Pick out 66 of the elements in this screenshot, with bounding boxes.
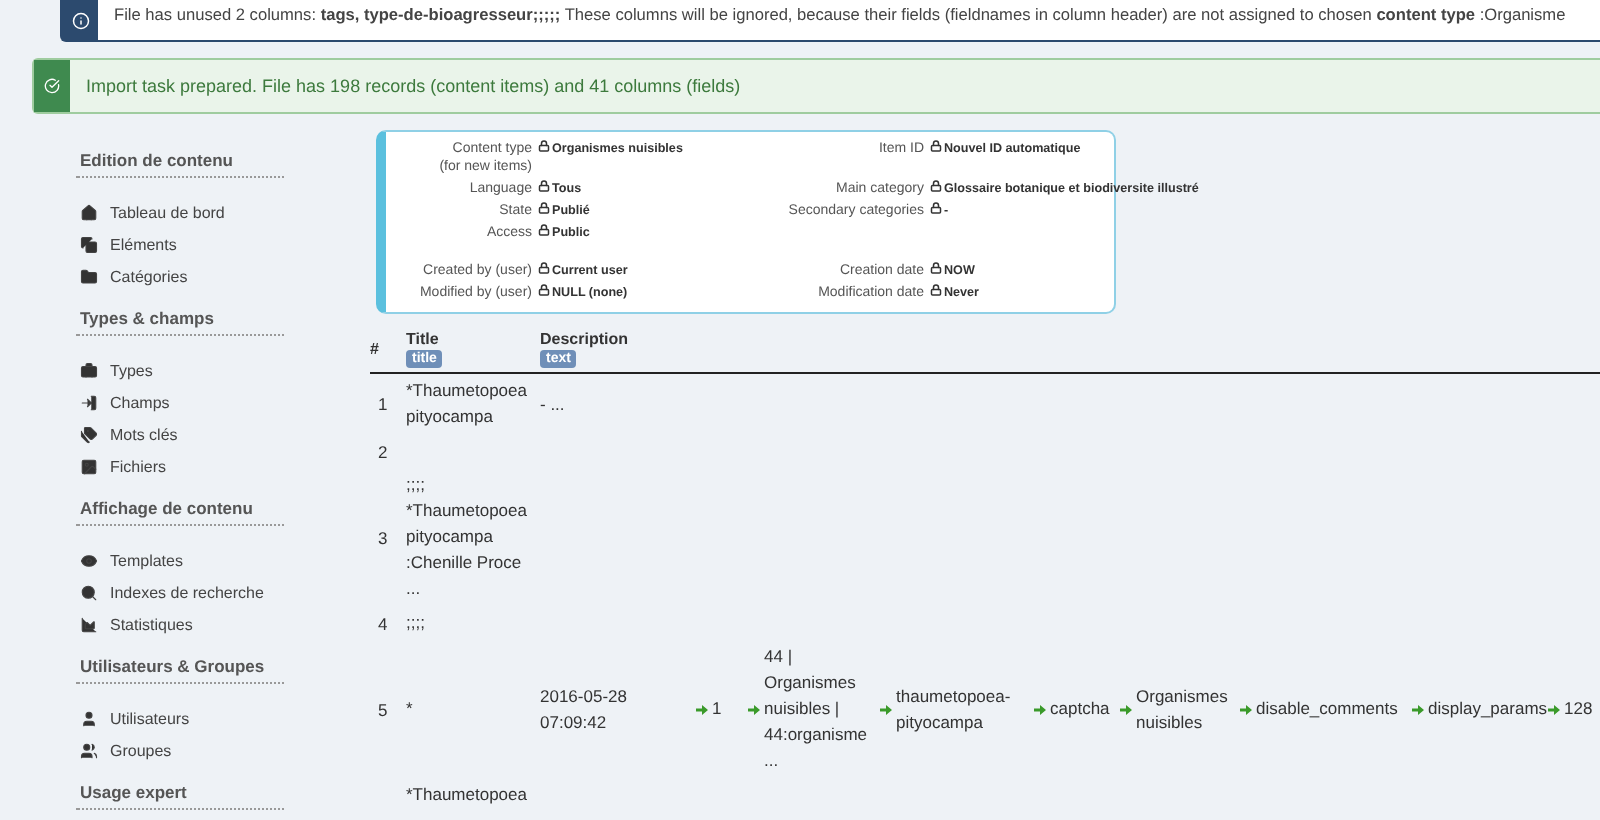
row-number: 3 [376, 527, 390, 547]
sidebar-heading: Types & champs [76, 300, 284, 336]
success-message: Import task prepared. File has 198 records (content items) and 41 columns (fields) [86, 76, 741, 96]
row-number: 2 [376, 441, 390, 461]
row-number: 5 [376, 699, 390, 719]
sidebar-item[interactable]: Mots clés [76, 418, 370, 450]
sidebar-item[interactable]: Champs [76, 386, 370, 418]
table-cell-text: *Thaumetopoea pityocampa [406, 378, 529, 430]
sidebar-heading: Affichage de contenu [76, 490, 284, 526]
table-cell: 1 [712, 696, 722, 722]
lock-icon [538, 224, 550, 236]
lock-icon [930, 202, 942, 214]
lock-icon [930, 262, 942, 274]
lock-icon [538, 140, 550, 152]
sign-in-icon [80, 393, 98, 411]
sidebar-item[interactable]: Catégories [76, 260, 370, 292]
sidebar-item[interactable]: Types [76, 354, 370, 386]
sidebar-item[interactable]: Indexes de recherche [76, 576, 370, 608]
image-icon [80, 457, 98, 475]
search-icon [80, 583, 98, 601]
lock-icon [930, 140, 942, 152]
lock-icon [930, 180, 942, 192]
row-number: 4 [376, 613, 390, 633]
row-number: 1 [376, 394, 390, 414]
info-icon [71, 11, 89, 29]
sidebar-item[interactable]: Utilisateurs [76, 702, 370, 734]
user-icon [80, 709, 98, 727]
table-cell-text: *Thaumetopoea [406, 782, 529, 808]
lock-icon [538, 284, 550, 296]
table-cell-text: * [406, 696, 415, 722]
column-header: # [370, 340, 379, 358]
table-cell: captcha [1050, 696, 1110, 722]
folder-icon [80, 267, 98, 285]
sidebar-item[interactable]: Templates [76, 544, 370, 576]
table-cell-text: ;;;; [406, 610, 427, 636]
documents-icon [80, 235, 98, 253]
table-cell: 44 | Organismes nuisibles | 44:organisme ... [764, 644, 868, 774]
table-cell: disable_comments [1256, 696, 1398, 722]
table-cell: display_params [1428, 696, 1548, 722]
sidebar-item[interactable]: Tableau de bord [76, 196, 370, 228]
table-cell: thaumetopoea- pityocampa [896, 683, 1011, 735]
table-cell-text: - ... [540, 391, 567, 417]
tags-icon [80, 425, 98, 443]
column-header: Title [406, 330, 439, 348]
sidebar-heading: Utilisateurs & Groupes [76, 648, 284, 684]
sidebar-heading: Edition de contenu [76, 142, 284, 178]
column-header: Description [540, 330, 629, 348]
lock-icon [538, 202, 550, 214]
home-icon [80, 203, 98, 221]
table-cell: 128 [1564, 696, 1593, 722]
sidebar-item[interactable]: Groupes [76, 734, 370, 766]
sidebar-heading: Usage expert [76, 774, 284, 810]
lock-icon [930, 284, 942, 296]
sidebar-item[interactable]: Eléments [76, 228, 370, 260]
info-message: File has unused 2 columns: tags, type-de-bioagresseur;;;;; These columns will be ignored, because their fields (fieldnames in column header) are not assigned to chosen content type :Organisme [114, 4, 1566, 24]
briefcase-icon [80, 361, 98, 379]
sidebar-item[interactable]: Statistiques [76, 608, 370, 640]
lock-icon [538, 262, 550, 274]
users-icon [80, 741, 98, 759]
table-cell-text: 2016-05-28 07:09:42 [540, 683, 629, 735]
table-cell: Organismes nuisibles [1136, 683, 1228, 735]
table-cell-text: ;;;; *Thaumetopoea pityocampa :Chenille Proce ... [406, 472, 529, 602]
check-icon [44, 78, 60, 94]
sidebar-item[interactable]: Fichiers [76, 450, 370, 482]
lock-icon [538, 180, 550, 192]
eye-icon [80, 551, 98, 569]
